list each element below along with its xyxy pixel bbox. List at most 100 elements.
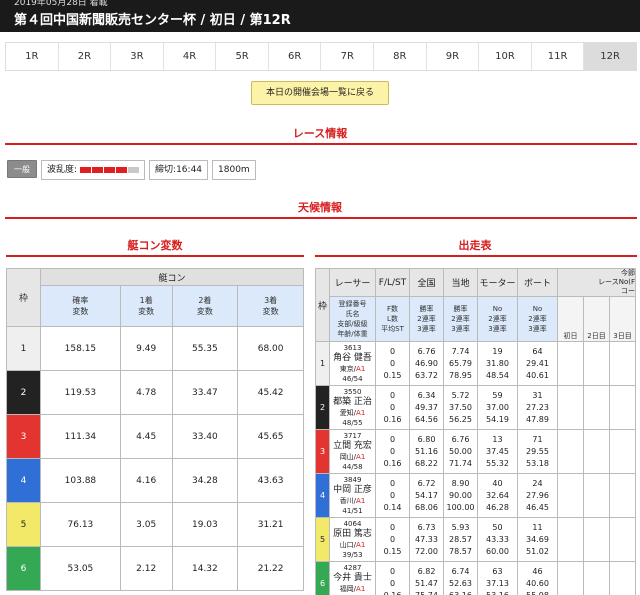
waku-cell: 1 bbox=[6, 326, 41, 371]
stat-value: 47.89 bbox=[526, 414, 549, 424]
racer-cell[interactable]: 3717 立間 充宏 岡山/A1 44/58 bbox=[329, 429, 376, 474]
motor-var-value: 4.78 bbox=[119, 370, 173, 415]
stat-value: 63 bbox=[492, 566, 503, 576]
section-race-info-heading: レース情報 bbox=[292, 127, 348, 140]
wave-level-segment bbox=[104, 167, 116, 173]
day-result-cell bbox=[583, 517, 610, 562]
racer-name[interactable]: 今井 貴士 bbox=[330, 573, 375, 584]
entries-column-header: 今節 レースNo(F コー bbox=[557, 268, 636, 297]
stat-value: 40.61 bbox=[526, 370, 549, 380]
stat-value: 64 bbox=[532, 346, 543, 356]
race-tab-7r[interactable]: 7R bbox=[321, 43, 375, 70]
race-tab-3r[interactable]: 3R bbox=[111, 43, 164, 70]
stat-value: 6.76 bbox=[417, 346, 436, 356]
day-header: 2日目 bbox=[583, 296, 610, 342]
stat-value: 75.74 bbox=[415, 590, 438, 595]
racer-name[interactable]: 原田 篤志 bbox=[330, 529, 375, 540]
stat-cell-fl: 0 0 0.15 bbox=[375, 341, 410, 386]
entries-sub-header: 勝率 2連率 3連率 bbox=[443, 296, 478, 342]
stat-value: 8.90 bbox=[451, 478, 470, 488]
racer-cell[interactable]: 4287今井 貴士福岡/A135/57 bbox=[329, 561, 376, 595]
racer-cell[interactable]: 3613 角谷 健吾 東京/A1 46/54 bbox=[329, 341, 376, 386]
day-result-cell bbox=[583, 429, 610, 474]
stat-value: 6.76 bbox=[451, 434, 470, 444]
day-result-cell bbox=[557, 341, 584, 386]
racer-class: A1 bbox=[356, 453, 366, 461]
racer-cell[interactable]: 3550 都築 正治 愛知/A1 48/55 bbox=[329, 385, 376, 430]
stat-value: 55.98 bbox=[526, 590, 549, 595]
wave-label: 波乱度: bbox=[47, 165, 78, 175]
day-header: 初日 bbox=[557, 296, 584, 342]
day-result-cell bbox=[583, 341, 610, 386]
wave-level-segment bbox=[80, 167, 92, 173]
stat-value: 0 bbox=[389, 490, 396, 500]
stat-value: 0 bbox=[389, 478, 396, 488]
stat-value: 32.64 bbox=[486, 490, 509, 500]
motor-var-column-header: 2着 変数 bbox=[171, 285, 239, 327]
stat-cell-fl: 0 0 0.16 bbox=[375, 429, 410, 474]
race-tab-8r[interactable]: 8R bbox=[374, 43, 427, 70]
race-tab-10r[interactable]: 10R bbox=[479, 43, 532, 70]
entries-column-header: 枠 bbox=[315, 268, 330, 342]
race-tab-12r[interactable]: 12R bbox=[584, 43, 636, 70]
racer-reg-number: 3613 bbox=[343, 344, 362, 352]
race-tab-1r[interactable]: 1R bbox=[6, 43, 59, 70]
racer-name[interactable]: 角谷 健吾 bbox=[330, 353, 375, 364]
stat-value: 5.93 bbox=[451, 522, 470, 532]
table-row: 3 3717 立間 充宏 岡山/A1 44/58 0 0 0.16 6.80 51.16 68.22… bbox=[315, 429, 636, 474]
race-tab-11r[interactable]: 11R bbox=[531, 43, 585, 70]
racer-name[interactable]: 中岡 正彦 bbox=[330, 485, 375, 496]
stat-value: 0 bbox=[389, 402, 396, 412]
racer-name[interactable]: 都築 正治 bbox=[330, 397, 375, 408]
stat-value: 56.25 bbox=[449, 414, 472, 424]
entries-sub-header: 勝率 2連率 3連率 bbox=[409, 296, 444, 342]
race-tab-2r[interactable]: 2R bbox=[58, 43, 112, 70]
day-result-cell bbox=[583, 385, 610, 430]
entries-sub-header: F数 L数 平均ST bbox=[375, 296, 410, 342]
stat-value: 48.54 bbox=[486, 370, 509, 380]
stat-value: 6.80 bbox=[417, 434, 436, 444]
table-row: 5 4064 原田 篤志 山口/A1 39/53 0 0 0.15 6.73 47.33 72.00… bbox=[315, 517, 636, 562]
stat-value: 63.16 bbox=[449, 590, 472, 595]
racer-branch: 香川/ bbox=[339, 497, 357, 505]
stat-value: 100.00 bbox=[446, 502, 475, 512]
racer-name[interactable]: 立間 充宏 bbox=[330, 441, 375, 452]
race-tab-4r[interactable]: 4R bbox=[163, 43, 217, 70]
stat-value: 11 bbox=[532, 522, 543, 532]
table-row: 4 103.88 4.16 34.28 43.63 bbox=[6, 458, 304, 503]
stat-cell-touchi: 5.72 37.50 56.25 bbox=[443, 385, 478, 430]
table-row: 2 3550 都築 正治 愛知/A1 48/55 0 0 0.16 6.34 49.37 64.56… bbox=[315, 385, 636, 430]
stat-cell-boat: 64 29.41 40.61 bbox=[517, 341, 558, 386]
racer-class: A1 bbox=[356, 409, 366, 417]
racer-cell[interactable]: 4064 原田 篤志 山口/A1 39/53 bbox=[329, 517, 376, 562]
motor-var-value: 9.49 bbox=[119, 326, 173, 371]
wave-level-segment bbox=[92, 167, 104, 173]
section-weather-heading: 天候情報 bbox=[298, 201, 342, 214]
race-tab-5r[interactable]: 5R bbox=[216, 43, 269, 70]
stat-value: 34.69 bbox=[526, 534, 549, 544]
waku-cell: 1 bbox=[315, 341, 330, 386]
stat-cell-touchi: 7.74 65.79 78.95 bbox=[443, 341, 478, 386]
stat-value: 0.16 bbox=[383, 590, 402, 595]
racer-cell[interactable]: 3849 中岡 正彦 香川/A1 41/51 bbox=[329, 473, 376, 518]
race-tab-6r[interactable]: 6R bbox=[268, 43, 322, 70]
stat-value: 54.19 bbox=[486, 414, 509, 424]
racer-branch-class: 山口/A1 bbox=[330, 540, 375, 550]
stat-value: 0.15 bbox=[383, 370, 402, 380]
stat-value: 13 bbox=[492, 434, 503, 444]
racer-reg-number: 3849 bbox=[343, 476, 362, 484]
motor-var-value: 111.34 bbox=[40, 414, 121, 459]
day-result-cell bbox=[609, 385, 636, 430]
motor-var-value: 119.53 bbox=[40, 370, 121, 415]
entries-sub-header: No 2連率 3連率 bbox=[477, 296, 518, 342]
motor-var-value: 68.00 bbox=[237, 326, 304, 371]
back-to-venue-list-button[interactable]: 本日の開催会場一覧に戻る bbox=[251, 81, 389, 105]
race-tab-9r[interactable]: 9R bbox=[426, 43, 480, 70]
group-header: 艇コン bbox=[40, 268, 304, 286]
stat-value: 6.82 bbox=[417, 566, 436, 576]
stat-cell-fl: 0 0 0.16 bbox=[375, 385, 410, 430]
stat-cell-zenkoku: 6.80 51.16 68.22 bbox=[409, 429, 444, 474]
racer-reg-number: 4064 bbox=[343, 520, 362, 528]
stat-value: 5.72 bbox=[451, 390, 470, 400]
stat-value: 29.55 bbox=[526, 446, 549, 456]
